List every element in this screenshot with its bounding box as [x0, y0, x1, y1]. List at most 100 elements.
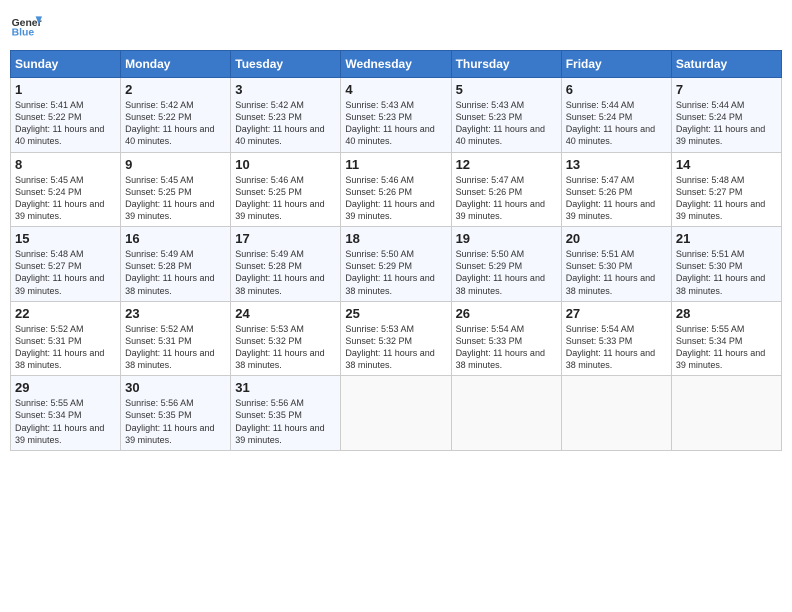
calendar-cell: 9 Sunrise: 5:45 AM Sunset: 5:25 PM Daylig… [121, 152, 231, 227]
day-info: Sunrise: 5:45 AM Sunset: 5:25 PM Dayligh… [125, 174, 226, 223]
day-number: 15 [15, 231, 116, 246]
calendar-cell: 12 Sunrise: 5:47 AM Sunset: 5:26 PM Dayli… [451, 152, 561, 227]
day-number: 7 [676, 82, 777, 97]
logo-icon: General Blue [10, 10, 42, 42]
day-info: Sunrise: 5:47 AM Sunset: 5:26 PM Dayligh… [566, 174, 667, 223]
calendar-cell [561, 376, 671, 451]
svg-text:Blue: Blue [12, 28, 35, 39]
day-number: 30 [125, 380, 226, 395]
day-number: 14 [676, 157, 777, 172]
day-header-friday: Friday [561, 51, 671, 78]
calendar-cell: 13 Sunrise: 5:47 AM Sunset: 5:26 PM Dayli… [561, 152, 671, 227]
calendar-cell: 8 Sunrise: 5:45 AM Sunset: 5:24 PM Daylig… [11, 152, 121, 227]
calendar-cell: 7 Sunrise: 5:44 AM Sunset: 5:24 PM Daylig… [671, 78, 781, 153]
calendar-cell: 2 Sunrise: 5:42 AM Sunset: 5:22 PM Daylig… [121, 78, 231, 153]
day-info: Sunrise: 5:48 AM Sunset: 5:27 PM Dayligh… [676, 174, 777, 223]
calendar-cell: 15 Sunrise: 5:48 AM Sunset: 5:27 PM Dayli… [11, 227, 121, 302]
day-number: 8 [15, 157, 116, 172]
calendar-cell: 23Sunrise: 5:52 AM Sunset: 5:31 PM Dayli… [121, 301, 231, 376]
calendar-cell: 10 Sunrise: 5:46 AM Sunset: 5:25 PM Dayli… [231, 152, 341, 227]
day-number: 19 [456, 231, 557, 246]
calendar-cell: 22Sunrise: 5:52 AM Sunset: 5:31 PM Dayli… [11, 301, 121, 376]
day-info: Sunrise: 5:48 AM Sunset: 5:27 PM Dayligh… [15, 248, 116, 297]
calendar-cell: 28 Sunrise: 5:55 AM Sunset: 5:34 PM Dayli… [671, 301, 781, 376]
day-number: 31 [235, 380, 336, 395]
page-header: General Blue [10, 10, 782, 42]
day-number: 27 [566, 306, 667, 321]
logo: General Blue [10, 10, 46, 42]
day-header-thursday: Thursday [451, 51, 561, 78]
day-info: Sunrise: 5:54 AM Sunset: 5:33 PM Dayligh… [566, 323, 667, 372]
week-row-3: 15 Sunrise: 5:48 AM Sunset: 5:27 PM Dayli… [11, 227, 782, 302]
day-info: Sunrise: 5:52 AM Sunset: 5:31 PM Dayligh… [125, 323, 226, 372]
calendar-cell: 20Sunrise: 5:51 AM Sunset: 5:30 PM Dayli… [561, 227, 671, 302]
day-info: Sunrise: 5:50 AM Sunset: 5:29 PM Dayligh… [456, 248, 557, 297]
day-info: Sunrise: 5:54 AM Sunset: 5:33 PM Dayligh… [456, 323, 557, 372]
calendar-cell: 18 Sunrise: 5:50 AM Sunset: 5:29 PM Dayli… [341, 227, 451, 302]
calendar-cell: 31 Sunrise: 5:56 AM Sunset: 5:35 PM Dayli… [231, 376, 341, 451]
calendar-cell: 3 Sunrise: 5:42 AM Sunset: 5:23 PM Daylig… [231, 78, 341, 153]
day-info: Sunrise: 5:42 AM Sunset: 5:22 PM Dayligh… [125, 99, 226, 148]
calendar-cell: 25Sunrise: 5:53 AM Sunset: 5:32 PM Dayli… [341, 301, 451, 376]
day-info: Sunrise: 5:51 AM Sunset: 5:30 PM Dayligh… [676, 248, 777, 297]
calendar-cell: 11 Sunrise: 5:46 AM Sunset: 5:26 PM Dayli… [341, 152, 451, 227]
day-number: 21 [676, 231, 777, 246]
calendar-cell: 19 Sunrise: 5:50 AM Sunset: 5:29 PM Dayli… [451, 227, 561, 302]
day-number: 17 [235, 231, 336, 246]
calendar-cell: 14 Sunrise: 5:48 AM Sunset: 5:27 PM Dayli… [671, 152, 781, 227]
day-number: 18 [345, 231, 446, 246]
day-info: Sunrise: 5:43 AM Sunset: 5:23 PM Dayligh… [456, 99, 557, 148]
day-info: Sunrise: 5:43 AM Sunset: 5:23 PM Dayligh… [345, 99, 446, 148]
day-number: 10 [235, 157, 336, 172]
day-number: 13 [566, 157, 667, 172]
day-number: 2 [125, 82, 226, 97]
day-info: Sunrise: 5:42 AM Sunset: 5:23 PM Dayligh… [235, 99, 336, 148]
calendar-cell: 17Sunrise: 5:49 AM Sunset: 5:28 PM Dayli… [231, 227, 341, 302]
day-header-monday: Monday [121, 51, 231, 78]
day-info: Sunrise: 5:44 AM Sunset: 5:24 PM Dayligh… [676, 99, 777, 148]
calendar-cell [671, 376, 781, 451]
calendar-cell [341, 376, 451, 451]
day-info: Sunrise: 5:52 AM Sunset: 5:31 PM Dayligh… [15, 323, 116, 372]
day-info: Sunrise: 5:53 AM Sunset: 5:32 PM Dayligh… [345, 323, 446, 372]
day-info: Sunrise: 5:45 AM Sunset: 5:24 PM Dayligh… [15, 174, 116, 223]
day-info: Sunrise: 5:41 AM Sunset: 5:22 PM Dayligh… [15, 99, 116, 148]
day-info: Sunrise: 5:56 AM Sunset: 5:35 PM Dayligh… [235, 397, 336, 446]
day-info: Sunrise: 5:46 AM Sunset: 5:25 PM Dayligh… [235, 174, 336, 223]
week-row-2: 8 Sunrise: 5:45 AM Sunset: 5:24 PM Daylig… [11, 152, 782, 227]
day-info: Sunrise: 5:50 AM Sunset: 5:29 PM Dayligh… [345, 248, 446, 297]
calendar-cell: 1 Sunrise: 5:41 AM Sunset: 5:22 PM Daylig… [11, 78, 121, 153]
day-info: Sunrise: 5:49 AM Sunset: 5:28 PM Dayligh… [125, 248, 226, 297]
week-row-5: 29 Sunrise: 5:55 AM Sunset: 5:34 PM Dayli… [11, 376, 782, 451]
day-number: 11 [345, 157, 446, 172]
calendar-cell: 4 Sunrise: 5:43 AM Sunset: 5:23 PM Daylig… [341, 78, 451, 153]
day-number: 28 [676, 306, 777, 321]
day-header-sunday: Sunday [11, 51, 121, 78]
calendar-cell: 30 Sunrise: 5:56 AM Sunset: 5:35 PM Dayli… [121, 376, 231, 451]
day-number: 5 [456, 82, 557, 97]
day-info: Sunrise: 5:56 AM Sunset: 5:35 PM Dayligh… [125, 397, 226, 446]
day-number: 4 [345, 82, 446, 97]
calendar-cell: 6 Sunrise: 5:44 AM Sunset: 5:24 PM Daylig… [561, 78, 671, 153]
day-number: 12 [456, 157, 557, 172]
day-number: 16 [125, 231, 226, 246]
day-number: 26 [456, 306, 557, 321]
week-row-4: 22Sunrise: 5:52 AM Sunset: 5:31 PM Dayli… [11, 301, 782, 376]
day-number: 6 [566, 82, 667, 97]
day-header-saturday: Saturday [671, 51, 781, 78]
day-number: 1 [15, 82, 116, 97]
day-number: 9 [125, 157, 226, 172]
day-info: Sunrise: 5:55 AM Sunset: 5:34 PM Dayligh… [676, 323, 777, 372]
calendar-cell: 5 Sunrise: 5:43 AM Sunset: 5:23 PM Daylig… [451, 78, 561, 153]
day-info: Sunrise: 5:44 AM Sunset: 5:24 PM Dayligh… [566, 99, 667, 148]
day-number: 3 [235, 82, 336, 97]
day-header-tuesday: Tuesday [231, 51, 341, 78]
days-header-row: SundayMondayTuesdayWednesdayThursdayFrid… [11, 51, 782, 78]
calendar-cell: 29 Sunrise: 5:55 AM Sunset: 5:34 PM Dayli… [11, 376, 121, 451]
day-number: 29 [15, 380, 116, 395]
day-info: Sunrise: 5:55 AM Sunset: 5:34 PM Dayligh… [15, 397, 116, 446]
day-info: Sunrise: 5:47 AM Sunset: 5:26 PM Dayligh… [456, 174, 557, 223]
calendar-cell [451, 376, 561, 451]
day-info: Sunrise: 5:46 AM Sunset: 5:26 PM Dayligh… [345, 174, 446, 223]
day-info: Sunrise: 5:51 AM Sunset: 5:30 PM Dayligh… [566, 248, 667, 297]
